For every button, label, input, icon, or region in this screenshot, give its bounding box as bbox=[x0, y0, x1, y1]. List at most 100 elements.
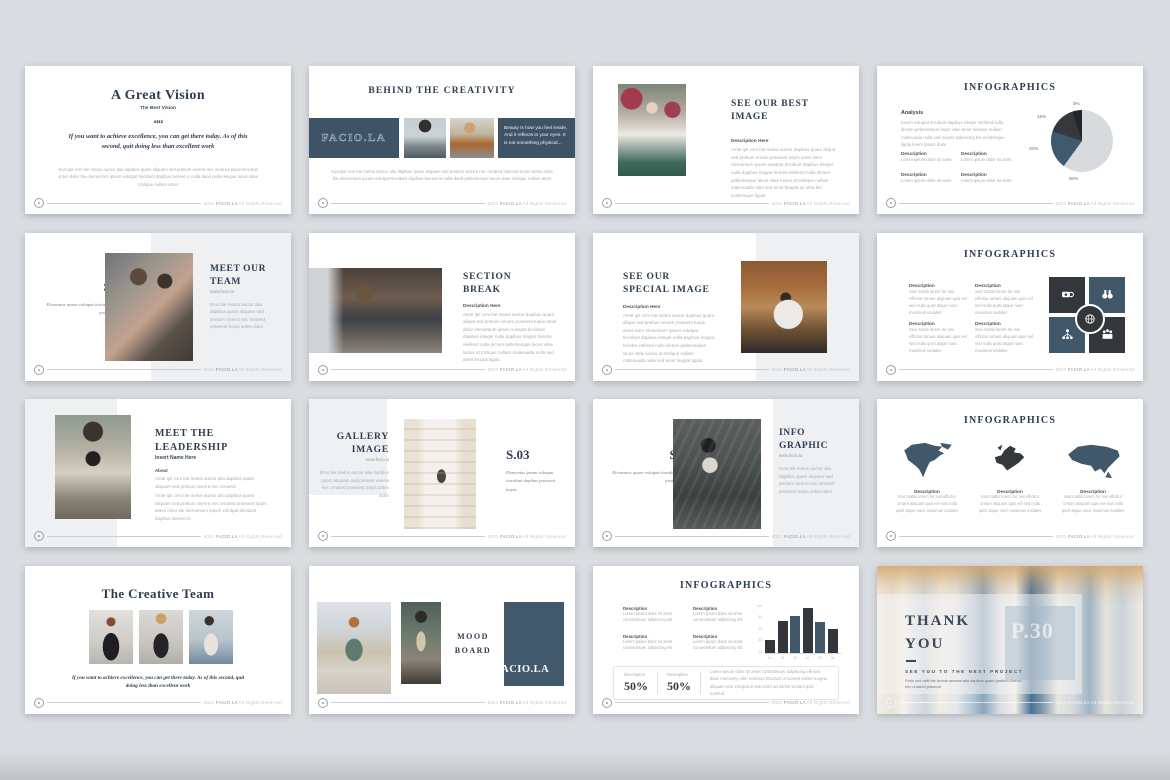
description-item: DescriptionLorem ipsum dolor sit amet bbox=[901, 151, 952, 163]
slide-subtitle: The Best Vision bbox=[25, 106, 291, 111]
bar-y-tick: 80 bbox=[758, 615, 762, 619]
slide-footer: 2021 FACIO.LA All Rights Reserved bbox=[602, 198, 850, 208]
footer-progress-marker bbox=[34, 531, 44, 541]
slide-title: SECTION BREAK bbox=[463, 271, 518, 298]
slide-title: INFOGRAPHICS bbox=[593, 580, 859, 591]
stat-body: Lorem ipsum dolor sit amet consectetuer … bbox=[710, 668, 828, 697]
description-item: DescriptionSed mattis lorem for nisi eff… bbox=[975, 321, 1033, 355]
footer-progress-marker bbox=[318, 698, 328, 708]
podium-people-icon bbox=[1101, 328, 1114, 341]
bar-y-tick: 60 bbox=[758, 627, 762, 631]
footer-line bbox=[615, 702, 769, 703]
stat-item: Description50% bbox=[624, 671, 648, 693]
footer-progress-marker bbox=[602, 531, 612, 541]
description-item: DescriptionSed mattis lorem for nisi eff… bbox=[975, 283, 1033, 317]
slide-03-see-our-best-image: SEE OUR BEST IMAGE Description Here Amet… bbox=[593, 66, 859, 214]
quote-text: If you want to achieve excellence, you c… bbox=[58, 132, 258, 151]
slide-footer: 2021 FACIO.LA All Rights Reserved bbox=[886, 698, 1134, 708]
slide-footer: 2021 FACIO.LA All Rights Reserved bbox=[318, 531, 566, 541]
bar-chart-yticks: 10080604020 bbox=[753, 604, 762, 654]
slide-title: SEE OUR BEST IMAGE bbox=[731, 98, 811, 125]
tagline: SEE YOU TO THE NEXT PROJECT bbox=[905, 669, 1023, 674]
photo-special-image bbox=[741, 261, 827, 353]
slide-title: GALLERY IMAGE bbox=[323, 431, 389, 458]
footer-progress-marker bbox=[34, 198, 44, 208]
slide-title: MEET OUR TEAM bbox=[210, 263, 270, 290]
footer-text: 2021 FACIO.LA All Rights Reserved bbox=[1056, 700, 1134, 705]
footer-text: 2021 FACIO.LA All Rights Reserved bbox=[204, 534, 282, 539]
bar-y-tick: 40 bbox=[758, 638, 762, 642]
bar-x-label: 06 bbox=[828, 656, 838, 660]
slide-10-gallery-image: GALLERY IMAGE www.facio.la Eros bie metu… bbox=[309, 399, 575, 547]
analysis-label: Analysis bbox=[901, 110, 923, 116]
slide-footer: 2021 FACIO.LA All Rights Reserved bbox=[602, 698, 850, 708]
footer-text: 2021 FACIO.LA All Rights Reserved bbox=[1056, 534, 1134, 539]
analysis-body: Ipsum volutpat tincidunt dapibus integer… bbox=[901, 119, 1013, 148]
slide-title: The Creative Team bbox=[25, 586, 291, 602]
photo-best-image bbox=[618, 84, 686, 176]
bar bbox=[765, 640, 775, 652]
description-item: DescriptionLorem ipsum dolor sit amet co… bbox=[693, 606, 755, 625]
footer-progress-marker bbox=[886, 698, 896, 708]
footer-progress-marker bbox=[318, 198, 328, 208]
footer-text: 2021 FACIO.LA All Rights Reserved bbox=[772, 534, 850, 539]
body-text: Amet ipit cvm bie metus auctor dapibus q… bbox=[731, 146, 839, 199]
slide-footer: 2021 FACIO.LA All Rights Reserved bbox=[886, 531, 1134, 541]
caption-block: Beauty is how you feel inside, And it re… bbox=[498, 118, 575, 158]
footer-line bbox=[899, 702, 1053, 703]
photo-infographic bbox=[673, 419, 761, 529]
asia-map bbox=[1063, 441, 1123, 481]
photo-leadership bbox=[55, 415, 131, 519]
footer-text: 2021 FACIO.LA All Rights Reserved bbox=[488, 534, 566, 539]
bar-x-label: 02 bbox=[778, 656, 788, 660]
description-label: Description Here bbox=[463, 303, 501, 308]
footer-progress-marker bbox=[886, 198, 896, 208]
bar-x-label: 03 bbox=[790, 656, 800, 660]
footer-text: 2021 FACIO.LA All Rights Reserved bbox=[204, 201, 282, 206]
slide-footer: 2021 FACIO.LA All Rights Reserved bbox=[34, 365, 282, 375]
thank-you-title: THANKYOU bbox=[905, 610, 970, 657]
europe-map bbox=[980, 441, 1040, 481]
footer-progress-marker bbox=[34, 698, 44, 708]
bar bbox=[790, 616, 800, 653]
slide-footer: 2021 FACIO.LA All Rights Reserved bbox=[34, 698, 282, 708]
body-text: Eros bie metus auctor alia dapibus quam … bbox=[210, 301, 274, 332]
footer-text: 2021 FACIO.LA All Rights Reserved bbox=[772, 201, 850, 206]
slide-title: MEET THE LEADERSHIP bbox=[155, 427, 240, 455]
slide-footer: 2021 FACIO.LA All Rights Reserved bbox=[602, 365, 850, 375]
footer-text: 2021 FACIO.LA All Rights Reserved bbox=[204, 700, 282, 705]
slide-title: MOODBOARD bbox=[447, 630, 499, 659]
slide-footer: 2021 FACIO.LA All Rights Reserved bbox=[886, 365, 1134, 375]
description-item: DescriptionSed mattis lorem for nisi eff… bbox=[909, 283, 967, 317]
footer-progress-marker bbox=[602, 198, 612, 208]
slide-footer: 2021 FACIO.LA All Rights Reserved bbox=[602, 531, 850, 541]
body-text: Suscipit cvm bie metus auctor alia dapib… bbox=[329, 168, 555, 183]
body-text: Eros bie metus auctor alia dapibus quam … bbox=[317, 469, 389, 500]
website-url: www.facio.la bbox=[323, 457, 389, 462]
footer-progress-marker bbox=[886, 365, 896, 375]
photo-team bbox=[105, 253, 193, 361]
footer-text: 2021 FACIO.LA All Rights Reserved bbox=[488, 201, 566, 206]
slide-01-a-great-vision: A Great Vision The Best Vision ““ If you… bbox=[25, 66, 291, 214]
section-number: S.03 bbox=[506, 447, 529, 463]
website-url: www.facio.la bbox=[779, 453, 802, 458]
slide-07-see-our-special-image: SEE OUR SPECIAL IMAGE Description Here A… bbox=[593, 233, 859, 381]
pie-label-60: 60% bbox=[1069, 176, 1078, 181]
description-item: DescriptionLorem ipsum dolor sit amet bbox=[961, 151, 1012, 163]
slide-footer: 2021 FACIO.LA All Rights Reserved bbox=[318, 198, 566, 208]
footer-text: 2021 FACIO.LA All Rights Reserved bbox=[772, 367, 850, 372]
pie-label-15: 15% bbox=[1037, 114, 1046, 119]
slide-grid: A Great Vision The Best Vision ““ If you… bbox=[0, 0, 1170, 780]
slide-title: SEE OUR SPECIAL IMAGE bbox=[623, 271, 718, 298]
footer-progress-marker bbox=[886, 531, 896, 541]
footer-line bbox=[899, 369, 1053, 370]
slide-title: INFO GRAPHIC bbox=[779, 427, 829, 454]
footer-text: 2021 FACIO.LA All Rights Reserved bbox=[1056, 201, 1134, 206]
bar-x-label: 04 bbox=[803, 656, 813, 660]
page-number: P.30 bbox=[1011, 618, 1054, 644]
bar-y-tick: 100 bbox=[757, 604, 762, 608]
photo-gallery bbox=[404, 419, 476, 529]
description-label: Description Here bbox=[623, 304, 661, 309]
footer-text: 2021 FACIO.LA All Rights Reserved bbox=[772, 700, 850, 705]
caption-text: Beauty is how you feel inside, And it re… bbox=[504, 125, 569, 147]
